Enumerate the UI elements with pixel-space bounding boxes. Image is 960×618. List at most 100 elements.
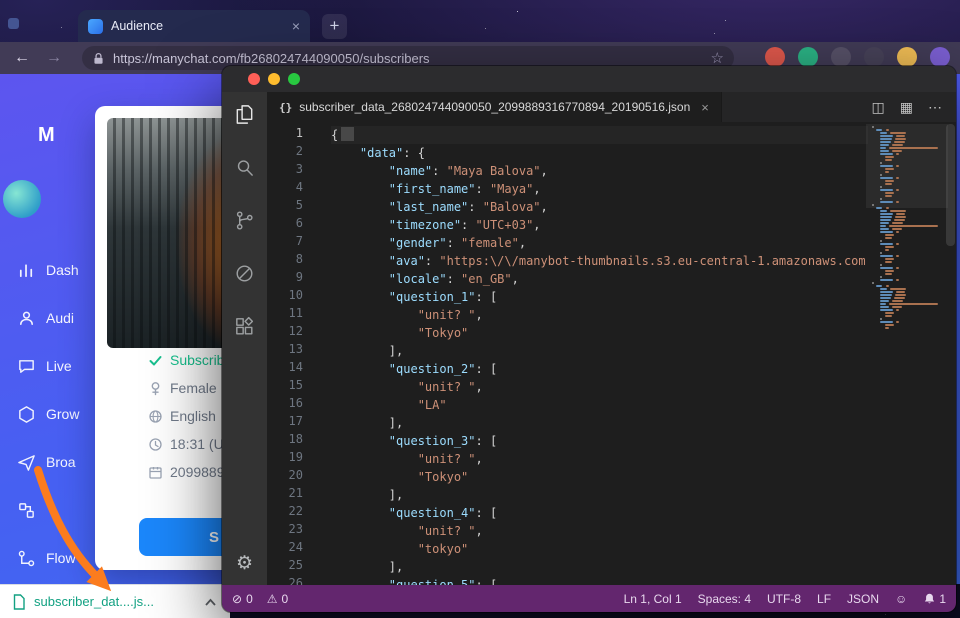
profile-detail-text: Female	[170, 380, 217, 396]
line-number: 10	[267, 288, 317, 306]
sidebar-item-dash[interactable]: Dash	[0, 246, 96, 294]
source-control-icon[interactable]	[233, 209, 256, 237]
bot-avatar[interactable]	[3, 180, 41, 218]
line-number: 15	[267, 378, 317, 396]
editor-tab-close-icon[interactable]: ×	[701, 100, 709, 115]
sidebar-item-grow[interactable]: Grow	[0, 390, 96, 438]
line-number: 19	[267, 450, 317, 468]
settings-gear-icon[interactable]: ⚙	[236, 552, 253, 575]
split-editor-icon[interactable]: ◫	[872, 99, 885, 116]
back-button[interactable]: ←	[10, 47, 34, 69]
editor-tab[interactable]: {} subscriber_data_268024744090050_20998…	[267, 92, 722, 122]
new-tab-button[interactable]: +	[322, 14, 347, 39]
line-number: 6	[267, 216, 317, 234]
sidebar-item-label: Live	[46, 358, 72, 374]
toggle-layout-icon[interactable]: ▦	[900, 99, 913, 116]
minimap	[872, 126, 942, 330]
line-number: 4	[267, 180, 317, 198]
code-line: ],	[331, 342, 868, 360]
sidebar-item-flow[interactable]: Flow	[0, 534, 96, 582]
bell-icon	[923, 592, 936, 606]
sidebar-item-item6[interactable]	[0, 486, 96, 534]
search-icon[interactable]	[233, 156, 256, 184]
line-number: 25	[267, 558, 317, 576]
errors-indicator[interactable]: ⊘ 0	[232, 592, 253, 606]
language-mode[interactable]: JSON	[847, 592, 879, 606]
code-line: "question_1": [	[331, 288, 868, 306]
code-line: "Tokyo"	[331, 468, 868, 486]
profile-detail-text: Subscrib	[170, 352, 224, 368]
code-editor[interactable]: 1234567891011121314151617181920212223242…	[267, 122, 956, 585]
dashboard-icon	[17, 261, 36, 280]
download-file-icon	[12, 594, 26, 610]
vscode-status-bar: ⊘ 0 ⚠ 0 Ln 1, Col 1 Spaces: 4 UTF-8 LF J…	[222, 585, 956, 612]
code-content[interactable]: { "data": { "name": "Maya Balova", "firs…	[331, 126, 868, 585]
line-number: 17	[267, 414, 317, 432]
more-actions-icon[interactable]: ⋯	[928, 99, 942, 116]
tab-close-icon[interactable]: ×	[292, 19, 300, 33]
editor-scrollbar[interactable]	[946, 124, 955, 246]
extension-icon-slate[interactable]	[831, 47, 851, 67]
line-number: 18	[267, 432, 317, 450]
sidebar-item-label: Flow	[46, 550, 76, 566]
code-line: {	[331, 126, 868, 144]
manychat-sidebar: Dash Audi Live Grow Broa Flow	[0, 246, 96, 582]
bookmark-star-icon[interactable]: ☆	[711, 49, 724, 67]
window-corner-icon	[8, 18, 19, 29]
vscode-activity-bar: ⚙	[222, 92, 267, 585]
line-number: 7	[267, 234, 317, 252]
code-line: "name": "Maya Balova",	[331, 162, 868, 180]
sidebar-item-label: Dash	[46, 262, 79, 278]
warnings-indicator[interactable]: ⚠ 0	[267, 592, 288, 606]
extension-icon-dark[interactable]	[864, 47, 884, 67]
downloads-expand-chevron-icon[interactable]	[203, 596, 218, 608]
notifications-bell[interactable]: 1	[923, 592, 946, 606]
line-number: 23	[267, 522, 317, 540]
extension-icon-red[interactable]	[765, 47, 785, 67]
extensions-icon[interactable]	[233, 315, 256, 343]
download-item[interactable]: subscriber_dat....js...	[34, 594, 154, 609]
code-line: "tokyo"	[331, 540, 868, 558]
live-chat-icon	[17, 357, 36, 376]
code-line: "unit? ",	[331, 378, 868, 396]
downloads-bar: subscriber_dat....js...	[0, 584, 230, 618]
browser-profile-avatar[interactable]	[930, 47, 950, 67]
code-line: ],	[331, 414, 868, 432]
line-number: 5	[267, 198, 317, 216]
line-number: 2	[267, 144, 317, 162]
cursor-position[interactable]: Ln 1, Col 1	[624, 592, 682, 606]
code-line: "data": {	[331, 144, 868, 162]
feedback-smiley-icon[interactable]: ☺	[895, 592, 907, 606]
sidebar-item-label: Grow	[46, 406, 79, 422]
gender-icon	[148, 381, 163, 396]
debug-blocked-icon[interactable]	[233, 262, 256, 290]
code-line: "question_4": [	[331, 504, 868, 522]
subscriber-id-icon	[148, 465, 163, 480]
forward-button[interactable]: →	[42, 47, 66, 69]
warning-count: 0	[282, 592, 289, 606]
code-line: "question_5": [	[331, 576, 868, 585]
extension-icon-green[interactable]	[798, 47, 818, 67]
close-traffic-light[interactable]	[248, 73, 260, 85]
vscode-titlebar[interactable]	[222, 66, 956, 92]
line-number: 22	[267, 504, 317, 522]
indentation-setting[interactable]: Spaces: 4	[698, 592, 751, 606]
zoom-traffic-light[interactable]	[288, 73, 300, 85]
language-globe-icon	[148, 409, 163, 424]
sidebar-item-live[interactable]: Live	[0, 342, 96, 390]
tab-title: Audience	[111, 19, 284, 33]
encoding-setting[interactable]: UTF-8	[767, 592, 801, 606]
line-number: 8	[267, 252, 317, 270]
code-line: "first_name": "Maya",	[331, 180, 868, 198]
explorer-icon[interactable]	[233, 103, 256, 131]
sidebar-item-broa[interactable]: Broa	[0, 438, 96, 486]
eol-setting[interactable]: LF	[817, 592, 831, 606]
minimize-traffic-light[interactable]	[268, 73, 280, 85]
vscode-window: {} subscriber_data_268024744090050_20998…	[222, 66, 956, 612]
extension-icon-amber[interactable]	[897, 47, 917, 67]
sidebar-item-audi[interactable]: Audi	[0, 294, 96, 342]
code-line: "unit? ",	[331, 306, 868, 324]
code-line: "ava": "https:\/\/manybot-thumbnails.s3.…	[331, 252, 868, 270]
browser-tab-audience[interactable]: Audience ×	[78, 10, 310, 42]
subscribed-check-icon	[148, 353, 163, 368]
